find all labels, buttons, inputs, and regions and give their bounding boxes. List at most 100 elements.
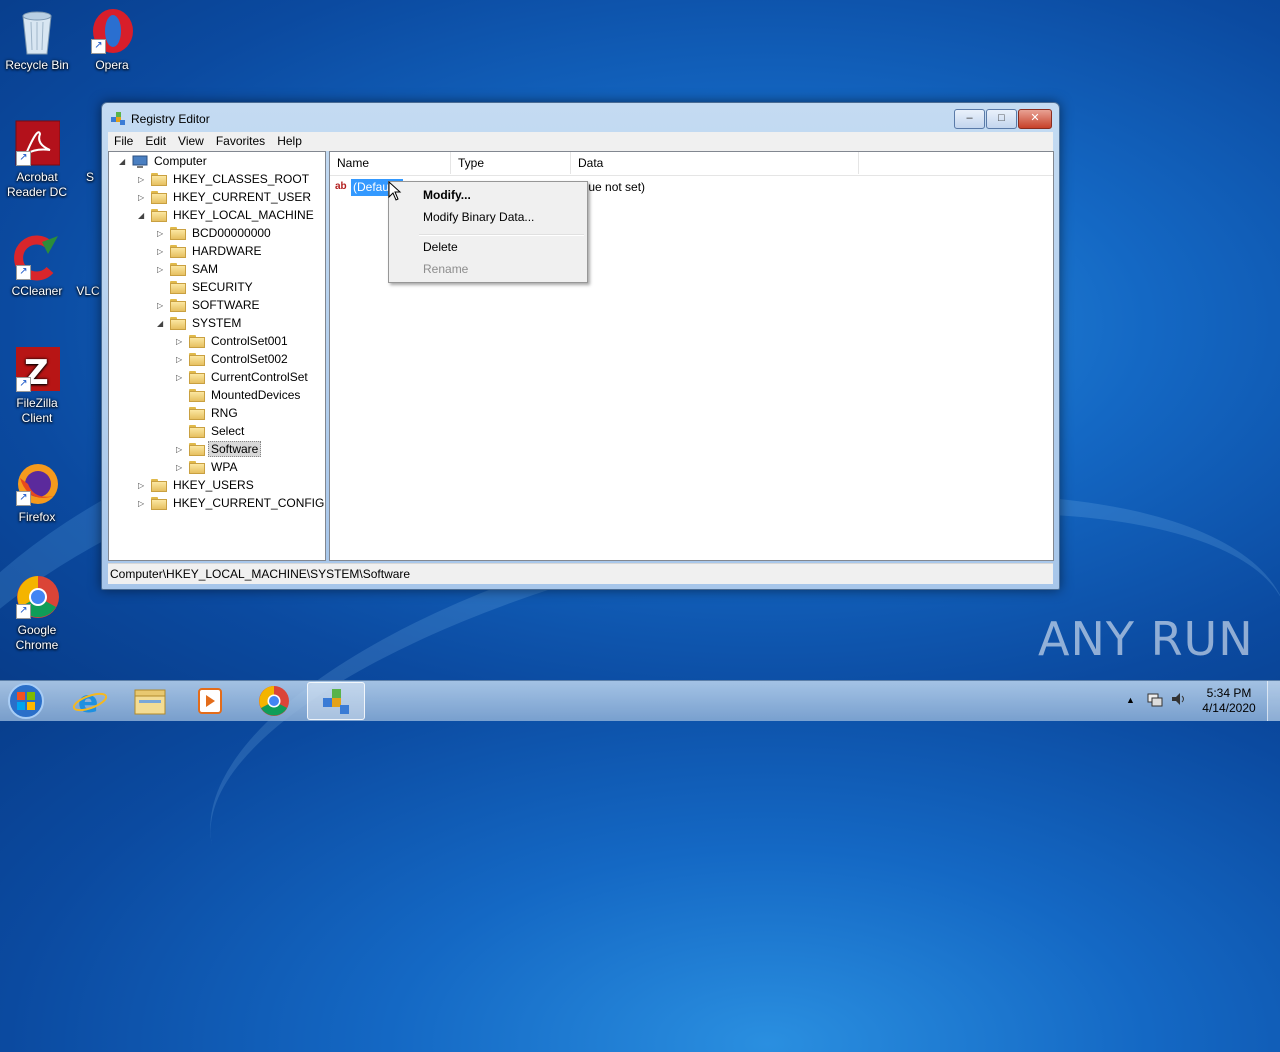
expander-icon[interactable]: ▷ [157,229,166,238]
folder-icon [151,191,167,204]
desktop-icon-recycle-bin[interactable]: Recycle Bin [0,8,74,73]
tree-node-label: BCD00000000 [192,226,271,240]
menu-view[interactable]: View [172,132,210,151]
desktop-icon-label: VLC [76,284,100,298]
tree-node-label: Select [211,424,245,438]
menu-item-rename: Rename [423,262,469,276]
desktop-icon-chrome[interactable]: ↗ Google Chrome [0,573,74,653]
menu-item-modify-binary[interactable]: Modify Binary Data... [423,210,534,224]
registry-editor-icon [110,111,126,127]
expander-icon[interactable]: ▷ [176,355,185,364]
minimize-button[interactable]: – [954,109,985,129]
shortcut-arrow-icon: ↗ [16,377,31,392]
taskbar-chrome[interactable] [245,682,303,720]
clock[interactable]: 5:34 PM 4/14/2020 [1196,686,1262,716]
desktop-icon-filezilla[interactable]: Z ↗ FileZilla Client [0,346,74,426]
shortcut-arrow-icon: ↗ [16,265,31,280]
expander-icon [176,391,185,400]
taskbar: e ▲ 5:34 PM 4/14/2020 [0,680,1280,721]
expander-icon[interactable]: ▷ [138,499,147,508]
shortcut-arrow-icon: ↗ [91,39,106,54]
expander-icon[interactable]: ▷ [138,481,147,490]
folder-icon [189,389,205,402]
expander-icon[interactable]: ▷ [157,265,166,274]
menu-item-delete[interactable]: Delete [423,240,458,254]
tree-node-label: RNG [211,406,238,420]
column-header-name[interactable]: Name [330,152,451,174]
folder-icon [189,461,205,474]
tree-node-label: ControlSet001 [211,334,288,348]
expander-icon[interactable]: ▷ [176,337,185,346]
taskbar-registry-editor[interactable] [307,682,365,720]
tree-node-label: MountedDevices [211,388,301,402]
expander-icon[interactable]: ▷ [176,463,185,472]
expander-icon[interactable]: ▷ [138,175,147,184]
tree-node-label: HARDWARE [192,244,262,258]
network-icon[interactable] [1146,690,1164,711]
close-button[interactable]: ✕ [1018,109,1052,129]
menu-file[interactable]: File [108,132,139,151]
shortcut-arrow-icon: ↗ [16,491,31,506]
expander-icon[interactable]: ◢ [138,211,147,220]
string-value-icon: ab [335,181,347,192]
status-bar: Computer\HKEY_LOCAL_MACHINE\SYSTEM\Softw… [108,563,1053,584]
desktop-icon-label: Firefox [18,510,56,524]
expander-icon[interactable]: ▷ [176,373,185,382]
registry-tree[interactable]: ◢ Computer ▷ HKEY_CLASSES_ROOT ▷ HKEY_CU… [108,151,326,561]
tree-node-label: HKEY_LOCAL_MACHINE [173,208,314,222]
desktop-icon-acrobat[interactable]: ↗ Acrobat Reader DC [0,120,74,200]
desktop-icon-vlc[interactable]: VLC [73,234,103,299]
clock-time: 5:34 PM [1206,686,1252,700]
chrome-icon [259,686,289,716]
column-header-data[interactable]: Data [571,152,859,174]
folder-icon [151,479,167,492]
volume-icon[interactable] [1170,690,1188,711]
menu-favorites[interactable]: Favorites [210,132,271,151]
desktop-icon-label: Recycle Bin [5,58,69,72]
context-menu: Modify... Modify Binary Data... Delete R… [388,181,588,283]
tray-overflow-button[interactable]: ▲ [1126,695,1135,705]
tree-node-label: ControlSet002 [211,352,288,366]
expander-icon[interactable]: ◢ [157,319,166,328]
folder-icon [170,299,186,312]
taskbar-explorer[interactable] [121,682,179,720]
menu-item-modify[interactable]: Modify... [423,188,471,202]
tree-node-label: WPA [211,460,238,474]
desktop-icon-label: Google Chrome [15,623,59,652]
desktop-icon-ccleaner[interactable]: ↗ CCleaner [0,234,74,299]
registry-editor-window: Registry Editor – □ ✕ File Edit View Favori… [101,102,1060,590]
folder-icon [170,263,186,276]
folder-icon [151,173,167,186]
menu-bar: File Edit View Favorites Help [108,132,1053,151]
folder-icon [151,209,167,222]
column-header-type[interactable]: Type [451,152,571,174]
taskbar-media-player[interactable] [181,682,239,720]
folder-icon [170,227,186,240]
expander-icon[interactable]: ◢ [119,157,128,166]
menu-edit[interactable]: Edit [139,132,172,151]
shortcut-arrow-icon: ↗ [16,604,31,619]
tree-node-label: HKEY_CLASSES_ROOT [173,172,310,186]
expander-icon[interactable]: ▷ [176,445,185,454]
maximize-button[interactable]: □ [986,109,1017,129]
tree-node-label: SECURITY [192,280,253,294]
desktop-icon-firefox[interactable]: ↗ Firefox [0,460,74,525]
expander-icon[interactable]: ▷ [157,247,166,256]
expander-icon[interactable]: ▷ [157,301,166,310]
show-desktop-button[interactable] [1267,681,1280,721]
internet-explorer-icon: e [72,685,108,720]
expander-icon [176,427,185,436]
start-button[interactable] [5,681,47,721]
tree-node-label: Computer [154,154,207,168]
menu-help[interactable]: Help [271,132,308,151]
expander-icon[interactable]: ▷ [138,193,147,202]
tree-node-label: HKEY_USERS [173,478,254,492]
tree-node-label: HKEY_CURRENT_USER [173,190,312,204]
taskbar-internet-explorer[interactable]: e [61,682,119,720]
folder-icon [170,281,186,294]
desktop-icon-opera[interactable]: ↗ Opera [75,8,149,73]
desktop-icon-label: CCleaner [11,284,63,298]
desktop-icon-label: FileZilla Client [16,396,58,425]
title-bar[interactable]: Registry Editor – □ ✕ [102,103,1059,133]
expander-icon [176,409,185,418]
